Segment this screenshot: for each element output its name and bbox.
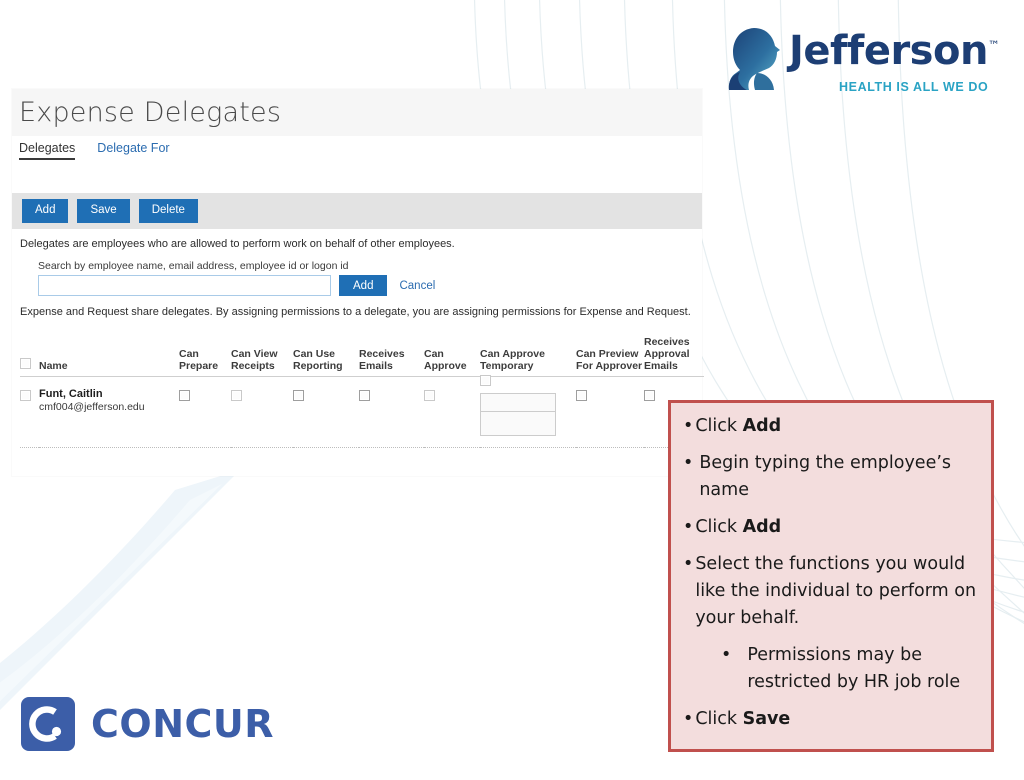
bullet-icon: • <box>721 645 732 665</box>
col-can-approve-temporary: Can Approve Temporary <box>480 348 545 372</box>
bullet-icon: • <box>683 554 694 574</box>
temp-checkbox-wrap <box>480 373 576 391</box>
cell-can-preview-for-approver <box>576 377 644 448</box>
cell-can-prepare <box>179 377 231 448</box>
concur-wordmark: CONCUR <box>91 702 274 746</box>
col-name: Name <box>39 360 68 372</box>
panel-body: Delegates are employees who are allowed … <box>12 229 704 448</box>
instruction-callout: • Click Add • Begin typing the employee’… <box>668 400 994 752</box>
select-all-checkbox[interactable] <box>20 358 31 369</box>
col-can-preview-for-approver: Can Preview For Approver <box>576 348 643 372</box>
can-view-receipts-checkbox[interactable] <box>231 390 242 401</box>
callout-item-3: • Click Add <box>683 514 979 541</box>
save-button[interactable]: Save <box>77 199 130 223</box>
receives-approval-emails-checkbox[interactable] <box>644 390 655 401</box>
col-can-view-receipts: Can View Receipts <box>231 348 278 372</box>
receives-emails-checkbox[interactable] <box>359 390 370 401</box>
search-cancel-link[interactable]: Cancel <box>399 280 435 292</box>
can-approve-temporary-checkbox[interactable] <box>480 375 491 386</box>
callout-item-4: • Select the functions you would like th… <box>683 551 979 632</box>
cell-can-view-receipts <box>231 377 293 448</box>
row-select-checkbox[interactable] <box>20 390 31 401</box>
cell-can-approve <box>424 377 480 448</box>
delegate-email: cmf004@jefferson.edu <box>39 401 145 413</box>
callout-item-2: • Begin typing the employee’s name <box>683 450 979 504</box>
jefferson-tagline: HEALTH IS ALL WE DO <box>839 80 989 94</box>
jefferson-logo: Jefferson™ HEALTH IS ALL WE DO <box>727 24 1000 100</box>
concur-mark-icon <box>21 697 75 751</box>
delegate-name: Funt, Caitlin <box>39 388 103 400</box>
cell-can-use-reporting <box>293 377 359 448</box>
callout-item-2-text: Begin typing the employee’s name <box>699 453 952 500</box>
bullet-icon: • <box>683 517 694 537</box>
col-can-use-reporting: Can Use Reporting <box>293 348 343 372</box>
tab-bar: Delegates Delegate For <box>12 136 702 169</box>
callout-item-4-text: Select the functions you would like the … <box>695 554 977 628</box>
cell-can-approve-temporary <box>480 375 576 448</box>
col-receives-emails: Receives Emails <box>359 348 405 372</box>
jefferson-head-icon <box>728 28 780 90</box>
delegates-table: Name Can Prepare Can View Receipts Can U… <box>20 336 704 448</box>
can-preview-for-approver-checkbox[interactable] <box>576 390 587 401</box>
col-can-approve: Can Approve <box>424 348 467 372</box>
search-row: Add Cancel <box>38 275 694 296</box>
delegates-info-text: Delegates are employees who are allowed … <box>20 238 455 250</box>
tab-delegates[interactable]: Delegates <box>19 141 76 160</box>
table-header-row: Name Can Prepare Can View Receipts Can U… <box>20 336 704 377</box>
tab-delegate-for[interactable]: Delegate For <box>97 141 169 158</box>
jefferson-wordmark: Jefferson™ <box>789 28 1000 74</box>
callout-subitem-1-text: Permissions may be restricted by HR job … <box>747 645 961 692</box>
col-receives-approval-emails: Receives Approval Emails <box>644 336 690 372</box>
cell-receives-emails <box>359 377 424 448</box>
action-toolbar: Add Save Delete <box>12 193 702 229</box>
add-button[interactable]: Add <box>22 199 69 223</box>
callout-item-5: • Click Save <box>683 706 979 733</box>
bullet-icon: • <box>683 453 694 473</box>
can-use-reporting-checkbox[interactable] <box>293 390 304 401</box>
can-prepare-checkbox[interactable] <box>179 390 190 401</box>
row-select-cell <box>20 377 39 448</box>
can-approve-checkbox[interactable] <box>424 390 435 401</box>
temp-start-date-input[interactable] <box>480 393 556 412</box>
callout-subitem-1: • Permissions may be restricted by HR jo… <box>721 642 979 696</box>
table-row: Funt, Caitlin cmf004@jefferson.edu <box>20 375 704 448</box>
temp-end-date-input[interactable] <box>480 412 556 436</box>
share-delegates-note: Expense and Request share delegates. By … <box>20 306 691 318</box>
callout-item-1-text: Click Add <box>695 416 782 436</box>
page-title: Expense Delegates <box>19 97 282 128</box>
search-block: Search by employee name, email address, … <box>38 260 694 296</box>
page-header: Expense Delegates <box>12 89 702 136</box>
callout-item-1: • Click Add <box>683 413 979 440</box>
expense-delegates-screenshot: Expense Delegates Delegates Delegate For… <box>12 89 704 476</box>
delete-button[interactable]: Delete <box>138 199 198 223</box>
search-add-button[interactable]: Add <box>339 275 388 296</box>
row-name-cell: Funt, Caitlin cmf004@jefferson.edu <box>39 377 179 448</box>
callout-item-3-text: Click Add <box>695 517 782 537</box>
select-all-header <box>20 336 39 377</box>
tab-spacer <box>12 169 702 193</box>
bullet-icon: • <box>683 416 694 436</box>
concur-logo: CONCUR <box>21 697 274 751</box>
search-label: Search by employee name, email address, … <box>38 260 349 272</box>
callout-item-5-text: Click Save <box>695 709 791 729</box>
col-can-prepare: Can Prepare <box>179 348 219 372</box>
bullet-icon: • <box>683 709 694 729</box>
trademark-symbol: ™ <box>987 38 1000 53</box>
search-input[interactable] <box>38 275 331 296</box>
